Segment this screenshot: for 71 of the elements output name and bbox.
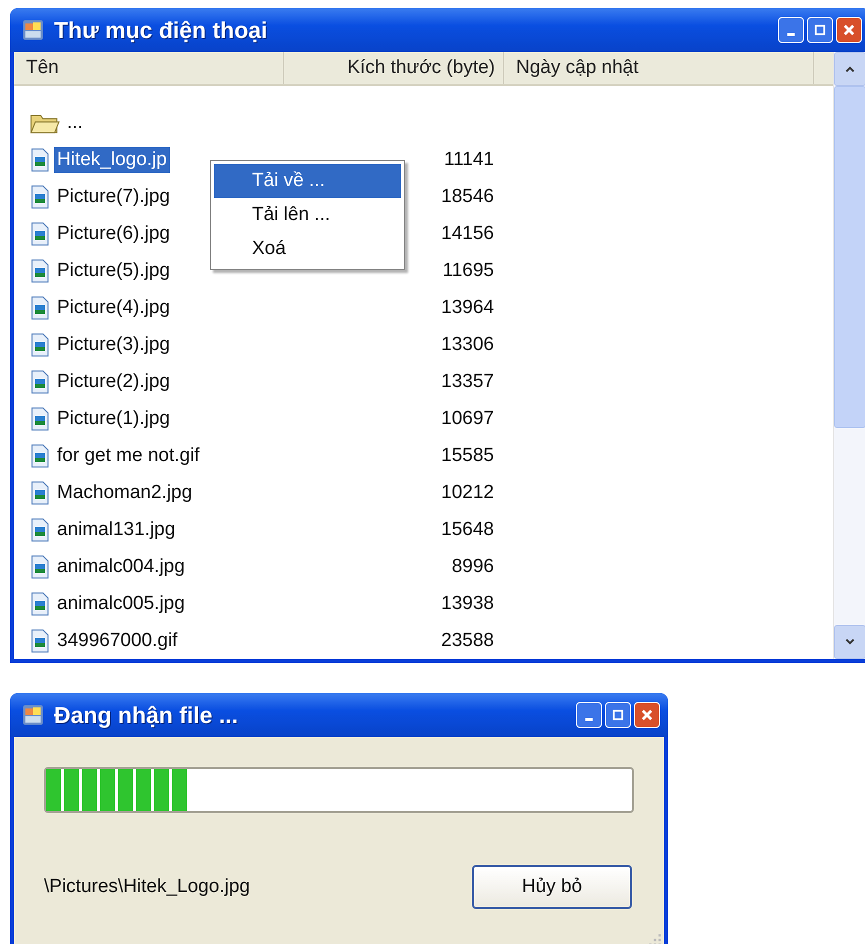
scroll-down-button[interactable]	[834, 625, 865, 659]
menu-item[interactable]: Tải về ...	[214, 164, 401, 198]
maximize-button[interactable]	[605, 702, 631, 728]
file-size: 13306	[440, 334, 494, 356]
minimize-icon	[585, 718, 593, 720]
image-file-icon	[30, 148, 50, 172]
file-path: \Pictures\Hitek_Logo.jpg	[44, 876, 250, 898]
image-file-icon	[30, 370, 50, 394]
file-size: 15585	[440, 444, 494, 466]
image-file-icon	[30, 222, 50, 246]
file-size: 13357	[440, 370, 494, 392]
image-file-icon	[30, 592, 50, 616]
image-file-icon	[30, 258, 50, 282]
file-name[interactable]: Hitek_logo.jp	[54, 146, 170, 172]
minimize-icon	[787, 32, 795, 36]
file-name[interactable]: Picture(3).jpg	[54, 332, 173, 358]
file-name[interactable]: Picture(5).jpg	[54, 258, 173, 284]
file-size: 18546	[440, 186, 494, 208]
image-file-icon	[30, 518, 50, 542]
column-header[interactable]: Kích thước (byte)	[284, 52, 504, 84]
scroll-up-button[interactable]	[834, 52, 865, 86]
close-button[interactable]	[634, 702, 660, 728]
file-name[interactable]: animalc004.jpg	[54, 554, 188, 580]
minimize-button[interactable]	[778, 17, 804, 43]
image-file-icon	[30, 554, 50, 578]
file-size: 23588	[440, 630, 494, 652]
window-title: Đang nhận file ...	[54, 702, 240, 728]
file-size: 13938	[440, 592, 494, 614]
minimize-button[interactable]	[576, 702, 602, 728]
image-file-icon	[30, 296, 50, 320]
cancel-button[interactable]: Hủy bỏ	[472, 865, 632, 909]
file-size: 11141	[442, 148, 494, 170]
column-header[interactable]: Ngày cập nhật	[504, 52, 814, 84]
window-title: Thư mục điện thoại	[54, 16, 268, 44]
app-icon	[22, 704, 44, 726]
maximize-button[interactable]	[807, 17, 833, 43]
image-file-icon	[30, 184, 50, 208]
file-size: 11695	[442, 260, 494, 282]
file-name[interactable]: for get me not.gif	[54, 442, 203, 468]
menu-item[interactable]: Xoá	[214, 232, 401, 266]
file-size: 13964	[440, 296, 494, 318]
parent-folder-item[interactable]: ...	[64, 110, 86, 136]
file-name[interactable]: animal131.jpg	[54, 516, 178, 542]
scroll-thumb[interactable]	[834, 86, 865, 428]
maximize-icon	[612, 709, 624, 721]
file-size: 14156	[440, 222, 494, 244]
app-icon	[22, 19, 44, 41]
file-name[interactable]: Machoman2.jpg	[54, 480, 196, 506]
file-name[interactable]: Picture(6).jpg	[54, 220, 173, 246]
scrollbar[interactable]	[833, 52, 865, 659]
file-size: 10697	[440, 408, 494, 430]
file-size: 8996	[450, 556, 494, 578]
file-size: 10212	[440, 482, 494, 504]
file-name[interactable]: animalc005.jpg	[54, 590, 188, 616]
image-file-icon	[30, 332, 50, 356]
image-file-icon	[30, 444, 50, 468]
file-name[interactable]: Picture(1).jpg	[54, 406, 173, 432]
image-file-icon	[30, 406, 50, 430]
close-icon	[640, 708, 654, 722]
file-name[interactable]: Picture(4).jpg	[54, 294, 173, 320]
image-file-icon	[30, 480, 50, 504]
close-icon	[842, 23, 856, 37]
menu-item[interactable]: Tải lên ...	[214, 198, 401, 232]
column-header[interactable]: Tên	[14, 52, 284, 84]
file-size: 15648	[440, 518, 494, 540]
file-name[interactable]: 349967000.gif	[54, 628, 180, 654]
maximize-icon	[814, 24, 826, 36]
image-file-icon	[30, 628, 50, 652]
file-name[interactable]: Picture(2).jpg	[54, 368, 173, 394]
file-name[interactable]: Picture(7).jpg	[54, 184, 173, 210]
close-button[interactable]	[836, 17, 862, 43]
